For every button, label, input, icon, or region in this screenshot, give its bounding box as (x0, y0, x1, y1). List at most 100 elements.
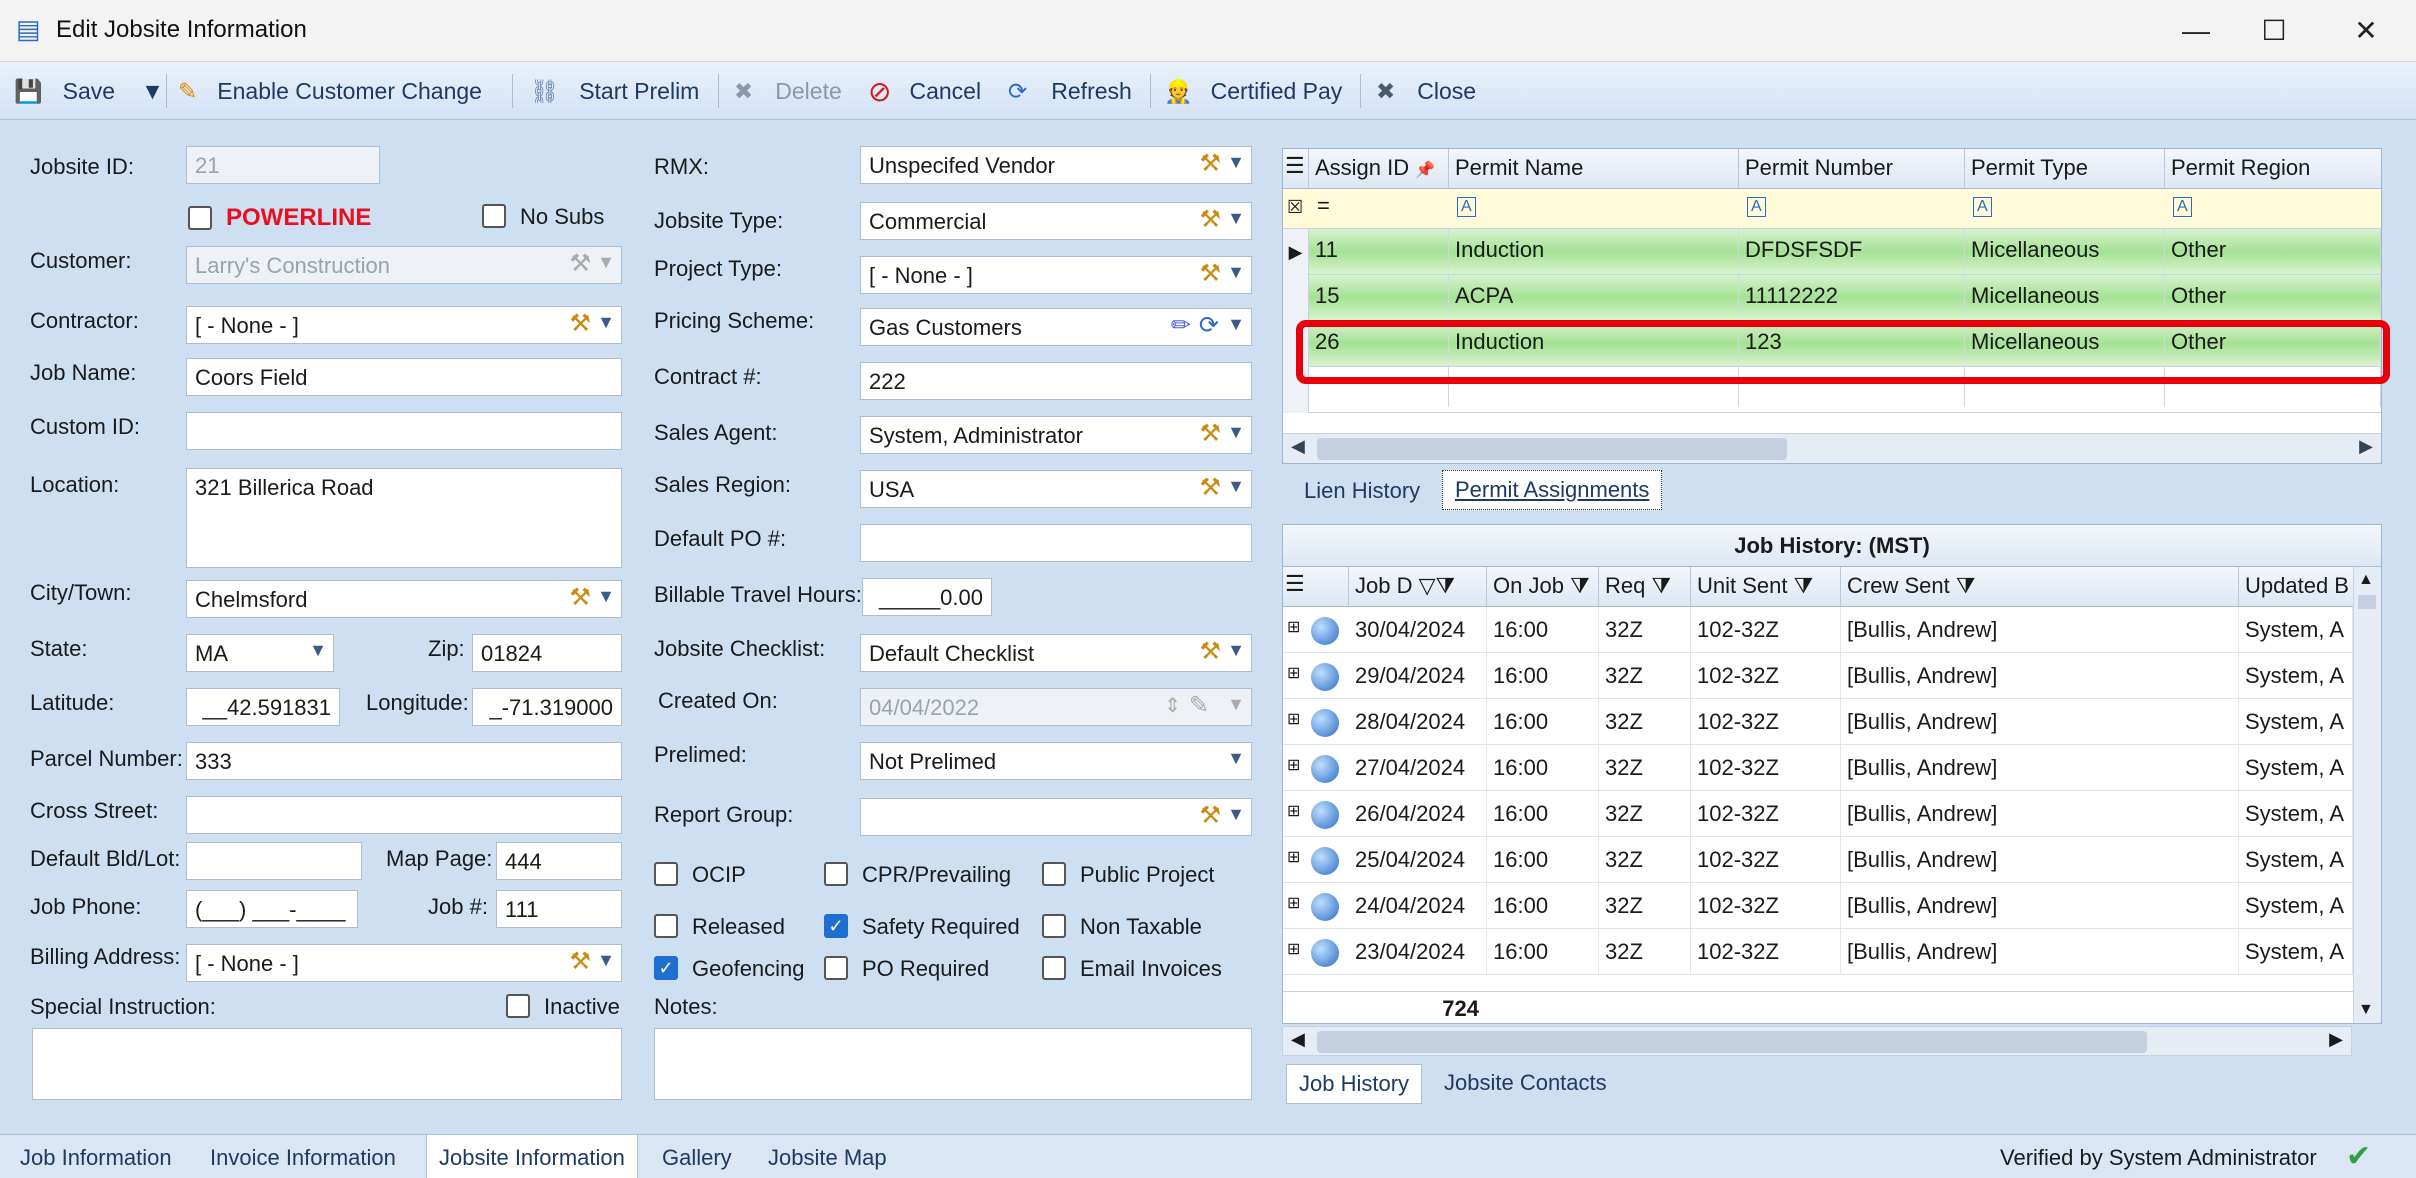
col-req[interactable]: Req ⧩ (1599, 567, 1691, 607)
billable-travel-hours-field[interactable]: _____0.00 (862, 578, 992, 616)
history-cell[interactable]: 16:00 (1487, 607, 1599, 653)
longitude-field[interactable]: _-71.319000 (472, 688, 622, 726)
history-vertical-scrollbar[interactable]: ▲ ▼ (2353, 567, 2381, 1023)
history-cell[interactable]: 16:00 (1487, 883, 1599, 929)
globe-icon[interactable] (1311, 939, 1339, 967)
history-cell[interactable]: 24/04/2024 (1349, 883, 1487, 929)
history-cell[interactable]: System, A (2239, 837, 2353, 883)
permit-cell[interactable]: ACPA (1449, 275, 1739, 315)
globe-icon[interactable] (1311, 801, 1339, 829)
history-cell[interactable]: [Bullis, Andrew] (1841, 883, 2239, 929)
refresh-button[interactable]: ⟳ Refresh (1008, 74, 1132, 108)
history-cell[interactable]: 28/04/2024 (1349, 699, 1487, 745)
minimize-button[interactable]: — (2168, 12, 2224, 50)
globe-icon[interactable] (1311, 893, 1339, 921)
expand-icon[interactable]: ⊞ (1287, 755, 1300, 775)
row-indicator-icon[interactable]: ▶ (1283, 229, 1309, 275)
customer-select[interactable]: Larry's Construction ⚒ ▼ (186, 246, 622, 284)
chevron-down-icon[interactable]: ▼ (1227, 152, 1245, 173)
public-project-checkbox[interactable] (1042, 862, 1066, 886)
chevron-down-icon[interactable]: ▼ (1227, 804, 1245, 825)
filter-operator[interactable]: = (1317, 193, 1330, 219)
history-row[interactable]: ⊞ 29/04/2024 16:00 32Z 102-32Z [Bullis, Andre… (1283, 653, 2353, 699)
city-select[interactable]: Chelmsford ⚒ ▼ (186, 580, 622, 618)
permit-row[interactable]: 15 ACPA 11112222 Micellaneous Other (1283, 275, 2381, 321)
chevron-down-icon[interactable]: ▼ (1227, 748, 1245, 769)
history-cell[interactable]: System, A (2239, 745, 2353, 791)
filter-text-icon[interactable]: A (1973, 197, 1992, 217)
col-crew-sent[interactable]: Crew Sent ⧩ (1841, 567, 2239, 607)
globe-icon[interactable] (1311, 709, 1339, 737)
expand-icon[interactable]: ⊞ (1287, 801, 1300, 821)
refresh-small-icon[interactable]: ⟳ (1199, 311, 1219, 340)
scroll-left-icon[interactable]: ◀ (1291, 1029, 1305, 1050)
expand-icon[interactable]: ⊞ (1287, 617, 1300, 637)
history-horizontal-scrollbar[interactable]: ◀ ▶ (1282, 1026, 2352, 1056)
key-icon[interactable]: ⚒ (1199, 149, 1221, 178)
tab-jobsite-contacts[interactable]: Jobsite Contacts (1432, 1064, 1619, 1102)
tab-job-information[interactable]: Job Information (8, 1139, 184, 1177)
globe-icon[interactable] (1311, 755, 1339, 783)
scrollbar-thumb[interactable] (1317, 1031, 2147, 1053)
enable-customer-change-button[interactable]: ✎ Enable Customer Change (178, 74, 482, 108)
expand-icon[interactable]: ⊞ (1287, 939, 1300, 959)
permit-cell[interactable]: 11112222 (1739, 275, 1965, 315)
globe-icon[interactable] (1311, 663, 1339, 691)
default-po-field[interactable] (860, 524, 1252, 562)
cpr-checkbox[interactable] (824, 862, 848, 886)
history-cell[interactable]: 102-32Z (1691, 837, 1841, 883)
history-cell[interactable]: System, A (2239, 653, 2353, 699)
history-row[interactable]: ⊞ 30/04/2024 16:00 32Z 102-32Z [Bullis, Andre… (1283, 607, 2353, 653)
history-cell[interactable]: 27/04/2024 (1349, 745, 1487, 791)
expand-icon[interactable]: ⊞ (1287, 663, 1300, 683)
filter-row[interactable]: ☒ = A A A A (1283, 189, 2381, 229)
powerline-checkbox[interactable] (188, 206, 212, 230)
permit-horizontal-scrollbar[interactable]: ◀ ▶ (1283, 433, 2381, 463)
column-chooser-icon[interactable]: ☰ (1283, 567, 1349, 607)
history-cell[interactable]: 16:00 (1487, 699, 1599, 745)
permit-row[interactable]: ▶ 11 Induction DFDSFSDF Micellaneous Other (1283, 229, 2381, 275)
col-permit-type[interactable]: Permit Type (1965, 149, 2165, 189)
non-taxable-checkbox[interactable] (1042, 914, 1066, 938)
geofencing-checkbox[interactable]: ✓ (654, 956, 678, 980)
parcel-number-field[interactable]: 333 (186, 742, 622, 780)
history-cell[interactable]: 102-32Z (1691, 883, 1841, 929)
close-window-button[interactable]: ✕ (2338, 12, 2394, 50)
tab-lien-history[interactable]: Lien History (1292, 472, 1432, 510)
chevron-down-icon[interactable]: ▼ (1227, 262, 1245, 283)
key-icon[interactable]: ⚒ (1199, 801, 1221, 830)
state-select[interactable]: MA ▼ (186, 634, 334, 672)
job-phone-field[interactable]: (___) ___-____ (186, 890, 358, 928)
key-icon[interactable]: ⚒ (1199, 259, 1221, 288)
permit-cell[interactable]: Induction (1449, 229, 1739, 269)
project-type-select[interactable]: [ - None - ] ⚒ ▼ (860, 256, 1252, 294)
job-number-field[interactable]: 111 (496, 890, 622, 928)
zip-field[interactable]: 01824 (472, 634, 622, 672)
col-permit-number[interactable]: Permit Number (1739, 149, 1965, 189)
delete-button[interactable]: ✖ Delete (734, 74, 842, 108)
sales-agent-select[interactable]: System, Administrator ⚒ ▼ (860, 416, 1252, 454)
cancel-button[interactable]: ⊘ Cancel (868, 74, 981, 108)
tab-gallery[interactable]: Gallery (650, 1139, 744, 1177)
history-row[interactable]: ⊞ 25/04/2024 16:00 32Z 102-32Z [Bullis, Andre… (1283, 837, 2353, 883)
col-updated-by[interactable]: Updated B (2239, 567, 2353, 607)
history-cell[interactable]: [Bullis, Andrew] (1841, 745, 2239, 791)
history-cell[interactable]: 26/04/2024 (1349, 791, 1487, 837)
globe-icon[interactable] (1311, 847, 1339, 875)
scroll-down-icon[interactable]: ▼ (2358, 1001, 2374, 1019)
contract-field[interactable]: 222 (860, 362, 1252, 400)
tab-jobsite-map[interactable]: Jobsite Map (756, 1139, 899, 1177)
prelimed-select[interactable]: Not Prelimed ▼ (860, 742, 1252, 780)
maximize-button[interactable]: ☐ (2246, 12, 2302, 50)
key-icon[interactable]: ⚒ (1199, 637, 1221, 666)
eraser-icon[interactable]: ✏ (1171, 311, 1191, 340)
history-cell[interactable]: 32Z (1599, 699, 1691, 745)
permit-cell[interactable]: DFDSFSDF (1739, 229, 1965, 269)
chevron-down-icon[interactable]: ▼ (1227, 422, 1245, 443)
cross-street-field[interactable] (186, 796, 622, 834)
chevron-down-icon[interactable]: ▼ (597, 312, 615, 333)
history-cell[interactable]: 16:00 (1487, 791, 1599, 837)
jobsite-type-select[interactable]: Commercial ⚒ ▼ (860, 202, 1252, 240)
billing-address-select[interactable]: [ - None - ] ⚒ ▼ (186, 944, 622, 982)
history-cell[interactable]: 16:00 (1487, 929, 1599, 975)
